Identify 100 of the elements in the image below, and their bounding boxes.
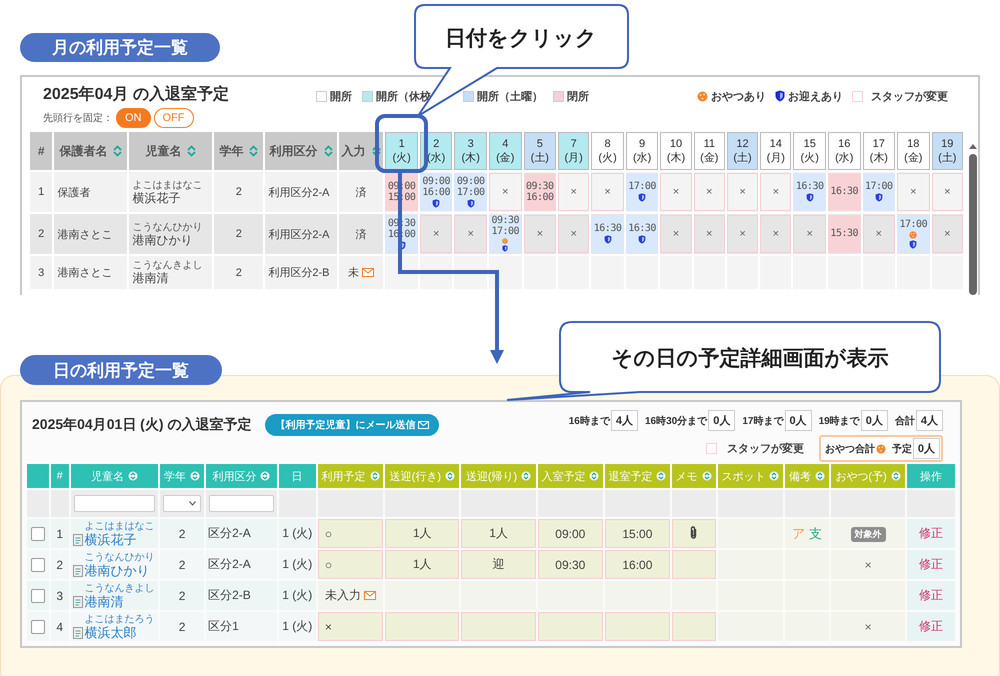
row-checkbox[interactable] [30,620,45,634]
sort-icon[interactable] [113,145,122,157]
schedule-cell[interactable]: × [488,173,522,211]
schedule-cell[interactable]: 09:00 16:00 [420,173,452,211]
sort-icon[interactable] [815,471,826,481]
schedule-cell[interactable]: 16:30 [591,215,624,253]
schedule-cell[interactable]: 16:30 [626,215,658,253]
schedule-cell[interactable]: × [454,215,487,253]
grade-cell: 2 [214,214,264,254]
schedule-cell[interactable]: 09:00 17:00 [454,173,487,211]
child-name-link[interactable]: 横浜花子 [84,532,155,546]
mail-icon[interactable] [362,268,374,277]
schedule-cell[interactable]: × [897,173,930,211]
input-status: 済 [356,228,367,242]
date-header[interactable]: 17 (木) [862,132,896,170]
schedule-cell[interactable]: × [793,215,826,253]
schedule-cell[interactable]: × [694,173,725,211]
name-filter-field[interactable] [74,495,156,512]
date-header[interactable]: 18 (金) [897,132,930,170]
schedule-cell[interactable]: × [932,215,963,253]
sort-icon[interactable] [521,471,532,481]
schedule-cell[interactable]: × [524,215,556,253]
column-header[interactable]: 学年 [214,132,264,170]
schedule-cell[interactable]: 15:30 [828,215,860,253]
sort-icon[interactable] [769,471,780,481]
schedule-cell[interactable]: × [660,215,692,253]
schedule-cell[interactable]: × [420,215,452,253]
schedule-cell[interactable]: × [558,173,590,211]
sort-icon[interactable] [187,145,196,157]
schedule-cell[interactable]: × [862,215,896,253]
sort-icon[interactable] [372,145,381,157]
date-header[interactable]: 19 (土) [932,132,963,170]
sort-icon[interactable] [370,471,380,481]
schedule-cell[interactable]: 09:30 16:00 [524,173,556,211]
toggle-button[interactable]: OFF [154,108,194,128]
schedule-cell[interactable]: 16:30 [793,173,826,211]
schedule-cell[interactable]: 16:30 [828,173,860,211]
sort-icon[interactable] [190,471,200,481]
date-header[interactable]: 15 (火) [793,132,826,170]
date-header[interactable]: 1 (火) [385,132,418,170]
grade-filter-select[interactable] [163,495,202,512]
paperclip-icon[interactable] [689,526,698,538]
schedule-cell[interactable]: 09:30 17:00 [488,215,522,253]
date-header[interactable]: 7 (月) [558,132,590,170]
schedule-cell[interactable]: × [760,173,792,211]
date-header[interactable]: 3 (木) [454,132,487,170]
date-header[interactable]: 14 (月) [760,132,792,170]
schedule-cell[interactable]: 17:00 [897,215,930,253]
sort-icon[interactable] [656,471,666,481]
column-header[interactable]: 利用区分 [265,132,337,170]
send-mail-button[interactable]: 【利用予定児童】にメール送信 [265,414,440,436]
date-header[interactable]: 11 (金) [694,132,725,170]
schedule-cell[interactable]: × [932,173,963,211]
schedule-cell[interactable]: × [726,173,758,211]
time-label: 16:30 [628,224,656,234]
toggle-button[interactable]: ON [116,108,150,128]
name-reading: こうなんひかり [84,552,155,562]
document-icon[interactable] [72,596,83,608]
document-icon[interactable] [72,534,83,546]
absent-mark: × [806,228,813,240]
sort-icon[interactable] [260,471,270,481]
child-name-link[interactable]: 港南ひかり [84,564,155,576]
child-name-link[interactable]: 港南清 [84,594,155,608]
schedule-cell[interactable]: × [760,215,792,253]
document-icon[interactable] [72,564,83,576]
sort-icon[interactable] [890,471,901,481]
schedule-cell[interactable]: × [558,215,590,253]
schedule-cell[interactable]: × [694,215,725,253]
row-checkbox[interactable] [30,588,45,603]
column-header[interactable]: 児童名 [129,132,212,170]
sort-icon[interactable] [589,471,600,481]
sort-icon[interactable] [128,471,138,481]
column-header[interactable]: # [30,132,52,170]
column-header[interactable]: 入力 [338,132,384,170]
schedule-cell[interactable]: × [591,173,624,211]
sort-icon[interactable] [445,471,455,481]
schedule-cell[interactable]: × [660,173,692,211]
name-reading: こうなんきよし [132,261,204,271]
name-reading: こうなんきよし [84,584,155,594]
sort-icon[interactable] [702,471,712,481]
date-header[interactable]: 16 (水) [828,132,860,170]
schedule-cell[interactable]: 17:00 [862,173,896,211]
sort-icon[interactable] [249,145,258,157]
date-header[interactable]: 12 (土) [726,132,758,170]
child-name-link[interactable]: 横浜太郎 [84,626,155,638]
row-checkbox[interactable] [30,526,45,541]
document-icon[interactable] [72,626,83,638]
date-header[interactable]: 8 (火) [591,132,624,170]
schedule-cell[interactable]: × [726,215,758,253]
date-header[interactable]: 5 (土) [524,132,556,170]
schedule-cell[interactable]: 17:00 [626,173,658,211]
sort-icon[interactable] [324,145,332,157]
mail-icon[interactable] [364,591,376,600]
date-header[interactable]: 4 (金) [488,132,522,170]
row-checkbox[interactable] [30,558,45,572]
column-header[interactable]: 保護者名 [54,132,128,170]
count-label: 予定 [892,442,912,456]
category-filter-field[interactable] [209,495,274,512]
date-header[interactable]: 9 (水) [626,132,658,170]
date-header[interactable]: 10 (木) [660,132,692,170]
